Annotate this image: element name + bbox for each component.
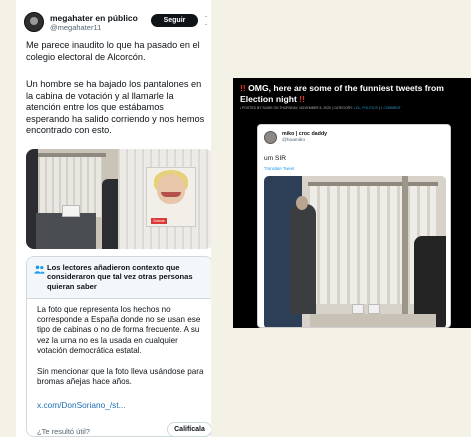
community-note-header: Los lectores añadieron contexto que cons… bbox=[27, 257, 211, 299]
rate-note-button[interactable]: Califícala bbox=[167, 422, 211, 437]
title-alert-right: !! bbox=[299, 93, 305, 104]
poster-badge: Sumar bbox=[151, 218, 167, 224]
embed-handle[interactable]: @hoamiko bbox=[282, 138, 305, 143]
display-name[interactable]: megahater en público bbox=[50, 13, 138, 23]
article-category-link[interactable]: LOL, POLITICS bbox=[354, 106, 378, 110]
people-icon bbox=[34, 265, 45, 274]
user-handle[interactable]: @megahater11 bbox=[50, 23, 101, 32]
article-title-text: OMG, here are some of the funniest tweet… bbox=[240, 83, 444, 104]
article-meta-prefix: • POSTED BY SUSIE ON THURSDAY, NOVEMBER … bbox=[240, 106, 355, 110]
embed-display-name[interactable]: miko | croc daddy bbox=[282, 131, 327, 137]
embed-voting-booth-photo[interactable] bbox=[264, 176, 446, 327]
article-meta: • POSTED BY SUSIE ON THURSDAY, NOVEMBER … bbox=[240, 106, 471, 110]
tweet-card: megahater en público @megahater11 Seguir… bbox=[16, 0, 211, 437]
tweet-header: megahater en público @megahater11 Seguir… bbox=[24, 10, 210, 36]
campaign-poster: Sumar bbox=[146, 167, 196, 227]
community-note: Los lectores añadieron contexto que cons… bbox=[26, 256, 211, 437]
more-options-icon[interactable]: · · bbox=[202, 12, 210, 29]
article-title[interactable]: !! OMG, here are some of the funniest tw… bbox=[240, 83, 470, 104]
avatar[interactable] bbox=[24, 12, 44, 32]
community-note-paragraph-1: La foto que representa los hechos no cor… bbox=[37, 305, 201, 355]
tweet-text-paragraph-1: Me parece inaudito lo que ha pasado en e… bbox=[26, 40, 200, 62]
follow-button[interactable]: Seguir bbox=[151, 14, 198, 27]
embed-tweet-text: um SIR bbox=[264, 155, 286, 162]
embed-avatar[interactable] bbox=[264, 131, 277, 144]
campaign-poster-photo[interactable]: Sumar bbox=[120, 149, 211, 249]
tweet-media[interactable]: Sumar bbox=[26, 149, 211, 249]
community-note-title: Los lectores añadieron contexto que cons… bbox=[47, 263, 193, 291]
tweet-text-paragraph-2: Un hombre se ha bajado los pantalones en… bbox=[26, 79, 205, 135]
article-comment-link[interactable]: 1 COMMENT bbox=[381, 106, 401, 110]
article-card: !! OMG, here are some of the funniest tw… bbox=[233, 78, 471, 328]
voting-booth-photo[interactable] bbox=[26, 149, 118, 249]
embedded-tweet[interactable]: miko | croc daddy @hoamiko um SIR Transl… bbox=[257, 124, 451, 328]
useful-question: ¿Te resultó útil? bbox=[37, 427, 90, 436]
community-note-paragraph-2: Sin mencionar que la foto lleva usándose… bbox=[37, 367, 204, 387]
community-note-link[interactable]: x.com/DonSoriano_/st... bbox=[37, 400, 126, 410]
translate-tweet-link[interactable]: Translate Tweet bbox=[264, 166, 294, 171]
